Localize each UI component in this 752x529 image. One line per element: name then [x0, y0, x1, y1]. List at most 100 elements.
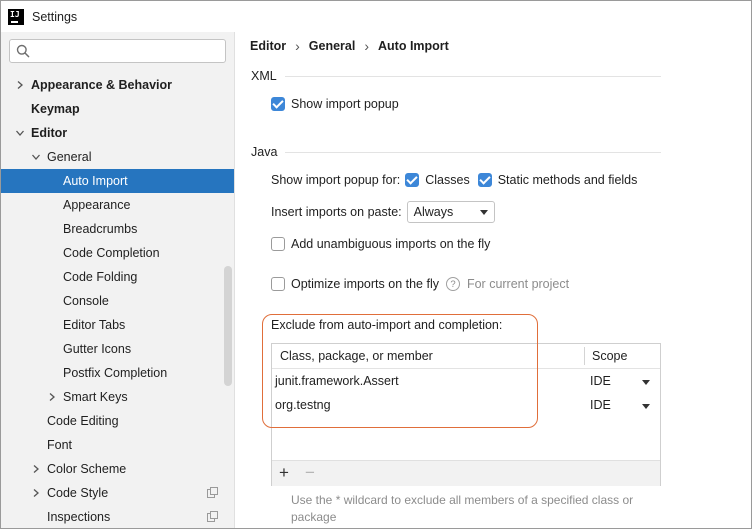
tree-item-auto-import[interactable]: Auto Import — [1, 169, 234, 193]
tree-item-label: Gutter Icons — [63, 342, 132, 356]
classes-checkbox[interactable] — [405, 173, 420, 187]
section-divider — [285, 151, 661, 153]
tree-item-keymap[interactable]: Keymap — [1, 97, 234, 121]
breadcrumb-item-editor[interactable]: Editor — [250, 39, 286, 53]
scope-dropdown-arrow-icon[interactable] — [642, 404, 650, 409]
project-scope-icon — [207, 511, 218, 522]
tree-item-label: Inspections — [47, 510, 111, 524]
chevron-down-icon[interactable] — [15, 128, 25, 138]
table-cell-scope: IDE — [590, 398, 611, 412]
exclude-table: Class, package, or member Scope junit.fr… — [271, 343, 661, 486]
tree-item-label: Color Scheme — [47, 462, 127, 476]
exclude-label: Exclude from auto-import and completion: — [271, 318, 503, 332]
table-cell-scope: IDE — [590, 374, 611, 388]
tree-item-label: Console — [63, 294, 109, 308]
section-title: XML — [251, 69, 277, 83]
xml-show-import-popup-option[interactable]: Show import popup — [271, 97, 399, 111]
tree-item-label: Smart Keys — [63, 390, 128, 404]
tree-item-console[interactable]: Console — [1, 289, 234, 313]
select-value: Always — [413, 205, 454, 219]
settings-sidebar: Appearance & Behavior Keymap Editor Gene… — [1, 32, 235, 528]
tree-item-label: Code Style — [47, 486, 109, 500]
tree-item-color-scheme[interactable]: Color Scheme — [1, 457, 234, 481]
checkbox-label: Show import popup — [291, 97, 399, 111]
checkbox-label: Classes — [425, 173, 470, 187]
checkbox-label: Add unambiguous imports on the fly — [291, 237, 491, 251]
tree-item-label: Editor — [31, 126, 68, 140]
tree-item-label: Auto Import — [63, 174, 128, 188]
intellij-logo-icon: IJ — [8, 8, 24, 25]
add-icon[interactable]: + — [279, 464, 289, 482]
tree-item-postfix-completion[interactable]: Postfix Completion — [1, 361, 234, 385]
tree-item-appearance[interactable]: Appearance — [1, 193, 234, 217]
chevron-right-icon[interactable] — [31, 488, 41, 498]
tree-item-smart-keys[interactable]: Smart Keys — [1, 385, 234, 409]
window-title: Settings — [32, 9, 78, 24]
xml-show-import-popup-checkbox[interactable] — [271, 97, 285, 111]
settings-content: Editor › General › Auto Import XML Show … — [236, 32, 751, 528]
tree-item-label: General — [47, 150, 92, 164]
tree-item-inspections[interactable]: Inspections — [1, 505, 234, 528]
tree-item-label: Appearance & Behavior — [31, 78, 173, 92]
tree-item-gutter-icons[interactable]: Gutter Icons — [1, 337, 234, 361]
table-row[interactable]: org.testng IDE — [272, 394, 660, 418]
tree-item-breadcrumbs[interactable]: Breadcrumbs — [1, 217, 234, 241]
tree-item-code-folding[interactable]: Code Folding — [1, 265, 234, 289]
breadcrumb-separator: › — [295, 38, 300, 54]
sidebar-scrollbar[interactable] — [224, 266, 232, 386]
java-section-header: Java — [251, 145, 661, 159]
breadcrumb-separator: › — [364, 38, 370, 54]
settings-tree: Appearance & Behavior Keymap Editor Gene… — [1, 73, 234, 528]
tree-item-code-editing[interactable]: Code Editing — [1, 409, 234, 433]
add-unambiguous-checkbox[interactable] — [271, 237, 285, 251]
settings-search-input[interactable] — [36, 42, 222, 60]
insert-on-paste-select[interactable]: Always — [406, 201, 495, 223]
optimize-imports-option[interactable]: Optimize imports on the fly ? For curren… — [271, 277, 569, 291]
tree-item-label: Appearance — [63, 198, 131, 212]
settings-search-box[interactable] — [9, 39, 226, 63]
search-icon — [16, 44, 30, 58]
static-methods-checkbox[interactable] — [477, 173, 492, 187]
logo-text: IJ — [10, 9, 20, 19]
add-unambiguous-option[interactable]: Add unambiguous imports on the fly — [271, 237, 490, 251]
tree-item-editor-tabs[interactable]: Editor Tabs — [1, 313, 234, 337]
optimize-imports-checkbox[interactable] — [271, 277, 285, 291]
breadcrumb-item-general[interactable]: General — [309, 39, 356, 53]
table-row[interactable]: junit.framework.Assert IDE — [272, 370, 660, 394]
column-header-class[interactable]: Class, package, or member — [280, 344, 433, 368]
breadcrumb-item-auto-import: Auto Import — [378, 39, 449, 53]
tree-item-label: Postfix Completion — [63, 366, 168, 380]
tree-item-label: Keymap — [31, 102, 80, 116]
settings-window: IJ Settings Appearance & Behavior Keymap… — [0, 0, 752, 529]
tree-item-font[interactable]: Font — [1, 433, 234, 457]
project-scope-icon — [207, 487, 218, 498]
column-header-scope[interactable]: Scope — [592, 344, 627, 368]
tree-item-code-completion[interactable]: Code Completion — [1, 241, 234, 265]
insert-on-paste-label: Insert imports on paste: — [271, 205, 402, 219]
tree-item-label: Editor Tabs — [63, 318, 126, 332]
title-bar: IJ Settings — [1, 1, 751, 32]
tree-item-label: Code Completion — [63, 246, 160, 260]
chevron-down-icon[interactable] — [31, 152, 41, 162]
remove-icon[interactable]: − — [305, 464, 315, 482]
table-cell-name: org.testng — [275, 398, 331, 412]
tree-item-label: Code Editing — [47, 414, 119, 428]
chevron-right-icon[interactable] — [31, 464, 41, 474]
tree-item-label: Breadcrumbs — [63, 222, 138, 236]
scope-dropdown-arrow-icon[interactable] — [642, 380, 650, 385]
header-divider — [272, 368, 660, 369]
for-current-project-note: For current project — [466, 277, 570, 291]
show-popup-for-label: Show import popup for: — [271, 173, 401, 187]
section-divider — [284, 75, 661, 77]
table-cell-name: junit.framework.Assert — [275, 374, 399, 388]
chevron-right-icon[interactable] — [47, 392, 57, 402]
help-icon[interactable]: ? — [445, 277, 460, 291]
wildcard-hint: Use the * wildcard to exclude all member… — [291, 493, 634, 524]
tree-item-appearance-behavior[interactable]: Appearance & Behavior — [1, 73, 234, 97]
chevron-right-icon[interactable] — [15, 80, 25, 90]
tree-item-editor[interactable]: Editor — [1, 121, 234, 145]
tree-item-code-style[interactable]: Code Style — [1, 481, 234, 505]
checkbox-label: Optimize imports on the fly — [291, 277, 439, 291]
tree-item-general[interactable]: General — [1, 145, 234, 169]
tree-item-label: Code Folding — [63, 270, 138, 284]
